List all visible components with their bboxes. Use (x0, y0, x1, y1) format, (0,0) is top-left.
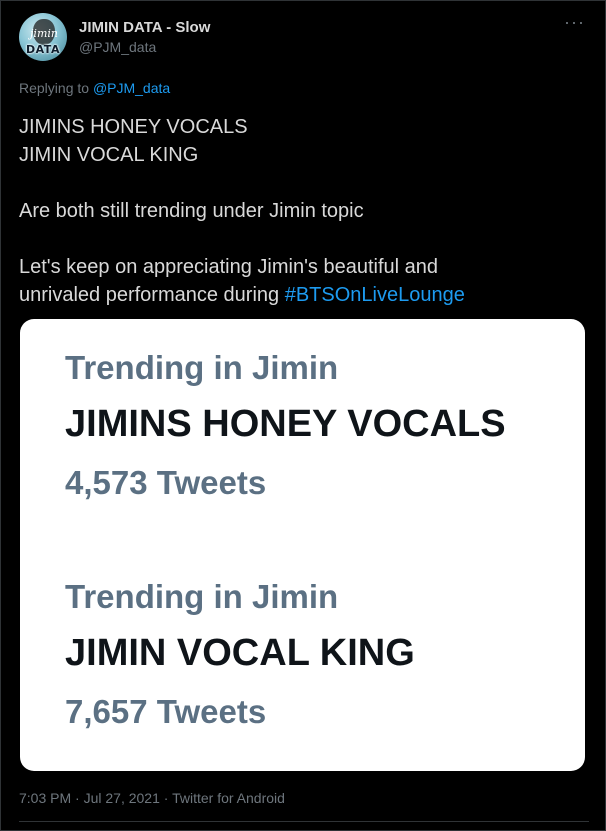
avatar-script-text: jimin (30, 27, 58, 40)
trend-tweet-count: 7,657 Tweets (65, 693, 267, 730)
trend-title: JIMIN VOCAL KING (65, 632, 415, 674)
tweet-line-5: unrivaled performance during #BTSOnLiveL… (19, 281, 589, 309)
meta-separator: · (159, 790, 173, 806)
author-handle[interactable]: @PJM_data (79, 39, 156, 55)
reply-mention-link[interactable]: @PJM_data (93, 80, 170, 96)
author-display-name[interactable]: JIMIN DATA - Slow (79, 19, 210, 36)
avatar-logo-text: DATA (26, 43, 60, 56)
avatar[interactable]: jimin DATA (19, 13, 67, 61)
tweet-time[interactable]: 7:03 PM (19, 790, 71, 806)
tweet-line-2: JIMIN VOCAL KING (19, 144, 199, 166)
replying-to: Replying to @PJM_data (19, 80, 170, 96)
trend-topic: Trending in Jimin (65, 578, 339, 615)
divider (19, 821, 589, 822)
tweet-line-5-text: unrivaled performance during (19, 284, 285, 306)
tweet-source[interactable]: Twitter for Android (172, 790, 285, 806)
more-options-icon[interactable]: ··· (564, 13, 585, 31)
tweet-line-3: Are both still trending under Jimin topi… (19, 200, 364, 222)
tweet-line-4: Let's keep on appreciating Jimin's beaut… (19, 256, 439, 278)
tweet-card: jimin DATA JIMIN DATA - Slow @PJM_data ·… (0, 0, 606, 831)
hashtag-link[interactable]: #BTSOnLiveLounge (285, 284, 465, 306)
tweet-line-1: JIMINS HONEY VOCALS (19, 116, 248, 138)
trend-title: JIMINS HONEY VOCALS (65, 403, 506, 445)
tweet-metadata: 7:03 PM · Jul 27, 2021 · Twitter for And… (19, 790, 285, 806)
replying-to-prefix: Replying to (19, 80, 93, 96)
trend-block: Trending in Jimin JIMINS HONEY VOCALS 4,… (65, 349, 506, 502)
tweet-date[interactable]: Jul 27, 2021 (84, 790, 160, 806)
tweet-text: JIMINS HONEY VOCALS JIMIN VOCAL KING Are… (19, 113, 589, 309)
meta-separator: · (71, 790, 84, 806)
trend-block: Trending in Jimin JIMIN VOCAL KING 7,657… (65, 578, 415, 731)
tweet-media-image[interactable]: Trending in Jimin JIMINS HONEY VOCALS 4,… (20, 319, 585, 771)
trend-topic: Trending in Jimin (65, 349, 339, 386)
tweet-header: jimin DATA JIMIN DATA - Slow @PJM_data ·… (19, 13, 589, 65)
trend-tweet-count: 4,573 Tweets (65, 464, 267, 501)
